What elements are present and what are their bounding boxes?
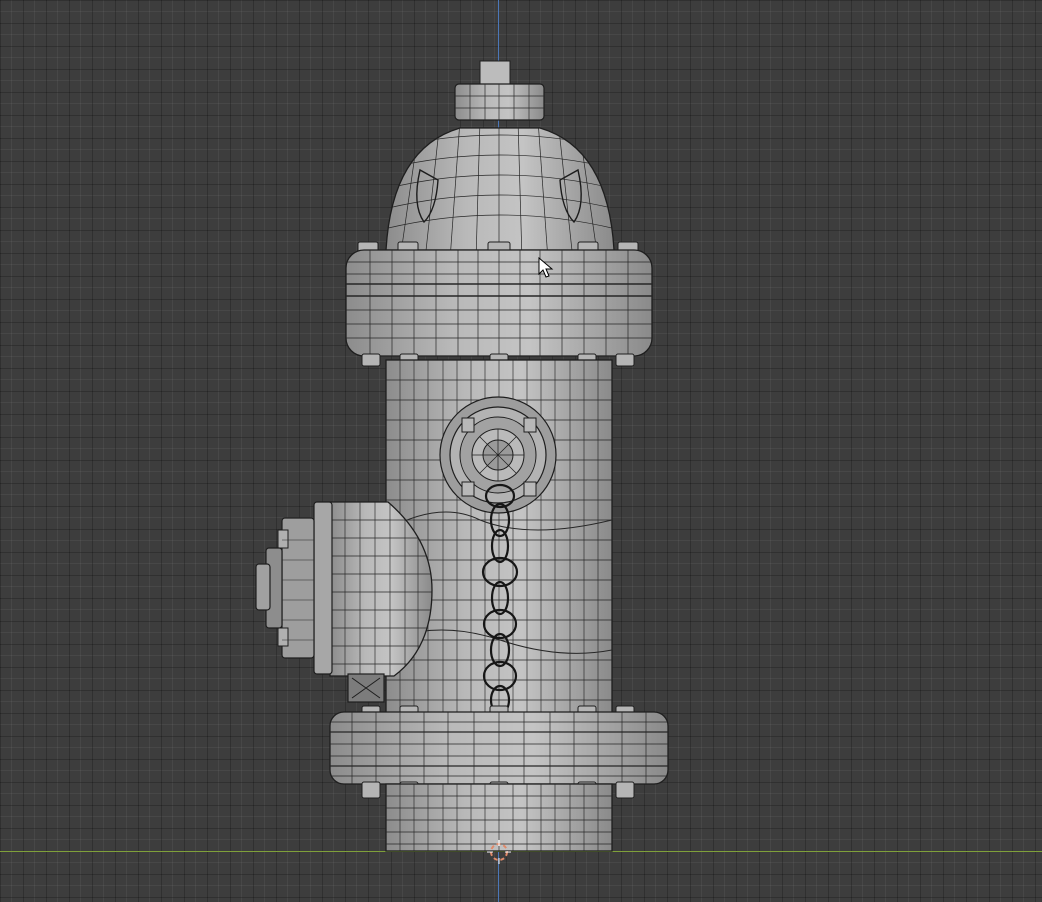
bonnet-dome[interactable] bbox=[380, 120, 620, 260]
top-nut[interactable] bbox=[454, 60, 545, 121]
lower-flange[interactable] bbox=[329, 711, 669, 785]
hydrant-mesh[interactable] bbox=[0, 0, 1042, 902]
3d-viewport[interactable] bbox=[0, 0, 1042, 902]
mouse-pointer-icon bbox=[538, 257, 554, 278]
3d-cursor-icon[interactable] bbox=[487, 840, 511, 864]
steamer-nozzle[interactable] bbox=[439, 396, 557, 514]
upper-flange[interactable] bbox=[345, 249, 653, 357]
